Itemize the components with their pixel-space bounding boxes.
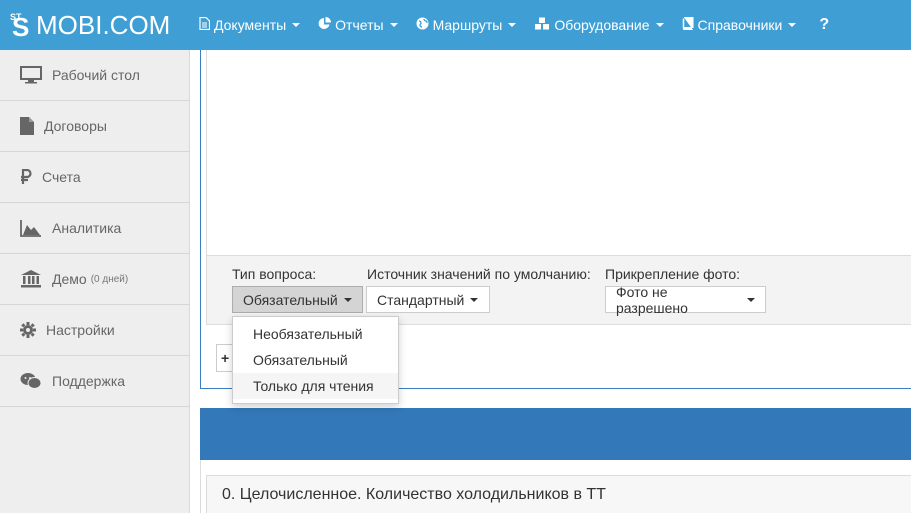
sidebar: Рабочий стол Договоры Счета Аналитика Де…	[0, 50, 190, 513]
cubes-icon	[534, 17, 550, 33]
brand-logo[interactable]: S ST MOBI.COM	[0, 0, 190, 50]
sidebar-item-label: Аналитика	[52, 220, 122, 236]
nav-routes-label: Маршруты	[432, 17, 503, 33]
gear-icon	[20, 320, 36, 340]
sidebar-item-support[interactable]: Поддержка	[0, 356, 189, 407]
sidebar-item-desktop[interactable]: Рабочий стол	[0, 50, 189, 101]
question-settings-row: Тип вопроса: Источник значений по умолча…	[206, 256, 911, 325]
logo-mark: S ST	[10, 12, 32, 40]
nav-reports-label: Отчеты	[335, 17, 384, 33]
area-chart-icon	[20, 218, 42, 238]
book-icon	[682, 17, 694, 33]
nav-equipment-label: Оборудование	[554, 17, 650, 33]
sidebar-item-label: Рабочий стол	[52, 67, 140, 83]
photo-attachment-dropdown[interactable]: Фото не разрешено	[605, 283, 766, 316]
option-optional[interactable]: Необязательный	[233, 321, 398, 347]
option-read-only[interactable]: Только для чтения	[233, 373, 398, 399]
caret-down-icon	[747, 297, 755, 302]
monitor-icon	[20, 65, 42, 85]
sidebar-item-demo[interactable]: Демо (0 дней)	[0, 254, 189, 305]
chat-icon	[20, 371, 42, 391]
sidebar-item-settings[interactable]: Настройки	[0, 305, 189, 356]
pie-chart-icon	[318, 17, 332, 33]
top-navbar: S ST MOBI.COM Документы Отчеты Маршруты	[0, 0, 911, 50]
section-header-band	[200, 408, 911, 460]
default-source-value: Стандартный	[377, 291, 465, 308]
nav-menu: Документы Отчеты Маршруты Оборудование С…	[190, 0, 843, 50]
logo-small-text: ST	[10, 12, 22, 22]
caret-down-icon	[343, 297, 352, 302]
sidebar-item-analytics[interactable]: Аналитика	[0, 203, 189, 254]
document-icon	[199, 16, 211, 33]
question-title[interactable]: 0. Целочисленное. Количество холодильник…	[206, 475, 911, 513]
option-required[interactable]: Обязательный	[233, 347, 398, 373]
nav-reports[interactable]: Отчеты	[309, 0, 406, 50]
sidebar-item-label: Настройки	[46, 322, 115, 338]
main-content: Тип вопроса: Источник значений по умолча…	[190, 50, 911, 513]
ruble-icon	[20, 167, 32, 187]
caret-down-icon	[508, 23, 517, 27]
caret-down-icon	[292, 23, 301, 27]
sidebar-item-label: Договоры	[44, 118, 107, 134]
photo-attachment-value: Фото не разрешено	[616, 283, 688, 316]
default-source-label: Источник значений по умолчанию:	[367, 266, 591, 282]
file-icon	[20, 116, 34, 136]
bank-icon	[20, 269, 42, 289]
default-source-dropdown[interactable]: Стандартный	[366, 286, 490, 313]
photo-attachment-label: Прикрепление фото:	[605, 266, 741, 282]
question-type-value: Обязательный	[243, 291, 338, 308]
question-type-dropdown[interactable]: Обязательный	[232, 286, 363, 313]
add-button[interactable]: +	[216, 344, 232, 372]
sidebar-item-label: Демо	[52, 271, 87, 287]
caret-down-icon	[470, 297, 479, 302]
nav-routes[interactable]: Маршруты	[407, 0, 526, 50]
globe-icon	[416, 17, 429, 33]
sidebar-item-contracts[interactable]: Договоры	[0, 101, 189, 152]
question-type-label: Тип вопроса:	[232, 266, 317, 282]
brand-name: MOBI.COM	[36, 10, 171, 40]
caret-down-icon	[655, 23, 664, 27]
caret-down-icon	[788, 23, 797, 27]
sidebar-item-accounts[interactable]: Счета	[0, 152, 189, 203]
nav-references-label: Справочники	[697, 17, 783, 33]
nav-documents-label: Документы	[214, 17, 287, 33]
nav-documents[interactable]: Документы	[190, 0, 309, 50]
demo-days-note: (0 дней)	[90, 273, 129, 285]
question-body-area	[206, 50, 911, 256]
nav-references[interactable]: Справочники	[673, 0, 806, 50]
sidebar-item-label: Поддержка	[52, 373, 126, 389]
question-type-menu: Необязательный Обязательный Только для ч…	[232, 316, 399, 404]
sidebar-item-label: Счета	[42, 169, 81, 185]
caret-down-icon	[389, 23, 398, 27]
help-button[interactable]: ?	[805, 0, 843, 50]
nav-equipment[interactable]: Оборудование	[525, 0, 672, 50]
